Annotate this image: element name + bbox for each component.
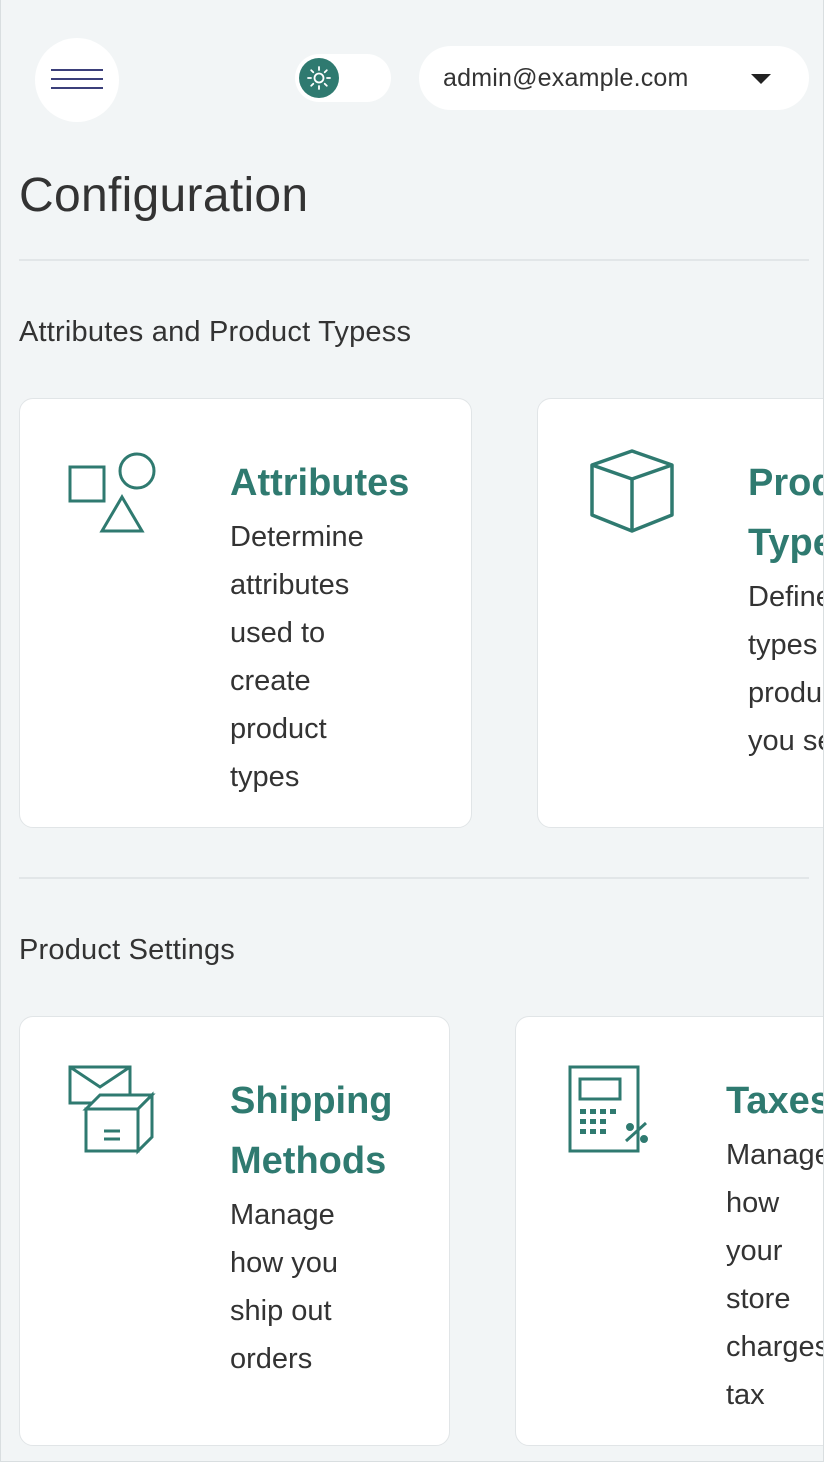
sun-icon (307, 66, 331, 90)
card-description: Define types of products you sell (748, 581, 824, 757)
card-title: Product Types (748, 462, 823, 564)
page-title: Configuration (19, 169, 309, 222)
user-email: admin@example.com (443, 63, 689, 92)
card-taxes[interactable]: Taxes Manage how your store charges tax (515, 1016, 824, 1446)
section-title-attributes: Attributes and Product Typess (19, 316, 412, 348)
shipping-box-icon (68, 1065, 156, 1155)
card-title: Shipping Methods (230, 1080, 393, 1182)
caret-down-icon (751, 74, 771, 84)
card-attributes[interactable]: Attributes Determine attributes used to … (19, 398, 472, 828)
section-title-product-settings: Product Settings (19, 934, 235, 966)
card-description: Manage how you ship out orders (230, 1199, 339, 1375)
card-title: Taxes (726, 1080, 824, 1122)
theme-toggle[interactable] (295, 54, 391, 102)
user-menu-select[interactable]: admin@example.com (419, 46, 809, 110)
divider (19, 877, 809, 879)
app-viewport: admin@example.com Configuration Attribut… (0, 0, 824, 1462)
menu-button[interactable] (35, 38, 119, 122)
card-shipping-methods[interactable]: Shipping Methods Manage how you ship out… (19, 1016, 450, 1446)
tax-calculator-icon (568, 1065, 648, 1153)
shapes-icon (68, 452, 156, 533)
card-title: Attributes (230, 462, 410, 504)
card-product-types[interactable]: Product Types Define types of products y… (537, 398, 824, 828)
card-description: Manage how your store charges tax (726, 1139, 824, 1411)
divider (19, 259, 809, 261)
theme-toggle-knob (299, 58, 339, 98)
cube-icon (590, 449, 674, 533)
card-description: Determine attributes used to create prod… (230, 521, 364, 793)
